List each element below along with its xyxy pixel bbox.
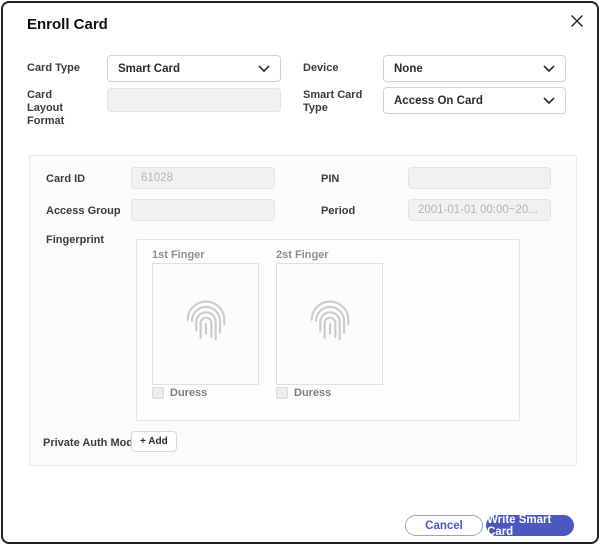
period-label: Period [321, 205, 355, 218]
first-finger-scan-box [152, 263, 259, 385]
card-type-value: Smart Card [118, 63, 258, 75]
fingerprint-icon [179, 294, 233, 355]
fingerprint-icon [303, 294, 357, 355]
add-private-auth-button[interactable]: + Add [131, 431, 177, 452]
smart-card-type-label: Smart Card Type [303, 89, 369, 115]
chevron-down-icon [543, 65, 555, 73]
second-finger-duress: Duress [276, 387, 331, 399]
card-type-select[interactable]: Smart Card [107, 55, 281, 82]
enroll-card-dialog: Enroll Card Card Type Smart Card Device … [1, 1, 599, 544]
device-select[interactable]: None [383, 55, 566, 82]
close-button[interactable] [567, 13, 587, 33]
duress-checkbox[interactable] [276, 387, 288, 399]
close-icon [570, 14, 584, 33]
first-finger-duress: Duress [152, 387, 207, 399]
smart-card-type-select[interactable]: Access On Card [383, 87, 566, 114]
second-finger-scan-box [276, 263, 383, 385]
device-label: Device [303, 62, 373, 75]
device-value: None [394, 63, 543, 75]
write-smart-card-button[interactable]: Write Smart Card [486, 515, 574, 536]
access-group-input[interactable] [131, 199, 275, 221]
duress-label: Duress [170, 387, 207, 399]
smart-card-type-value: Access On Card [394, 95, 543, 107]
card-layout-format-input[interactable] [107, 88, 281, 112]
pin-label: PIN [321, 173, 339, 186]
pin-input[interactable] [408, 167, 551, 189]
second-finger-label: 2st Finger [276, 249, 329, 261]
period-input[interactable]: 2001-01-01 00:00~20... [408, 199, 551, 221]
first-finger-label: 1st Finger [152, 249, 205, 261]
page-title: Enroll Card [27, 16, 108, 33]
card-id-label: Card ID [46, 173, 85, 186]
duress-checkbox[interactable] [152, 387, 164, 399]
card-id-input[interactable]: 61028 [131, 167, 275, 189]
duress-label: Duress [294, 387, 331, 399]
private-auth-mode-label: Private Auth Mode [43, 437, 139, 450]
chevron-down-icon [543, 97, 555, 105]
card-type-label: Card Type [27, 62, 103, 75]
access-group-label: Access Group [46, 205, 121, 218]
chevron-down-icon [258, 65, 270, 73]
card-layout-format-label: Card Layout Format [27, 89, 91, 128]
fingerprint-container: 1st Finger Duress 2st Finger [136, 239, 520, 421]
fingerprint-label: Fingerprint [46, 234, 104, 247]
cancel-button[interactable]: Cancel [405, 515, 483, 536]
